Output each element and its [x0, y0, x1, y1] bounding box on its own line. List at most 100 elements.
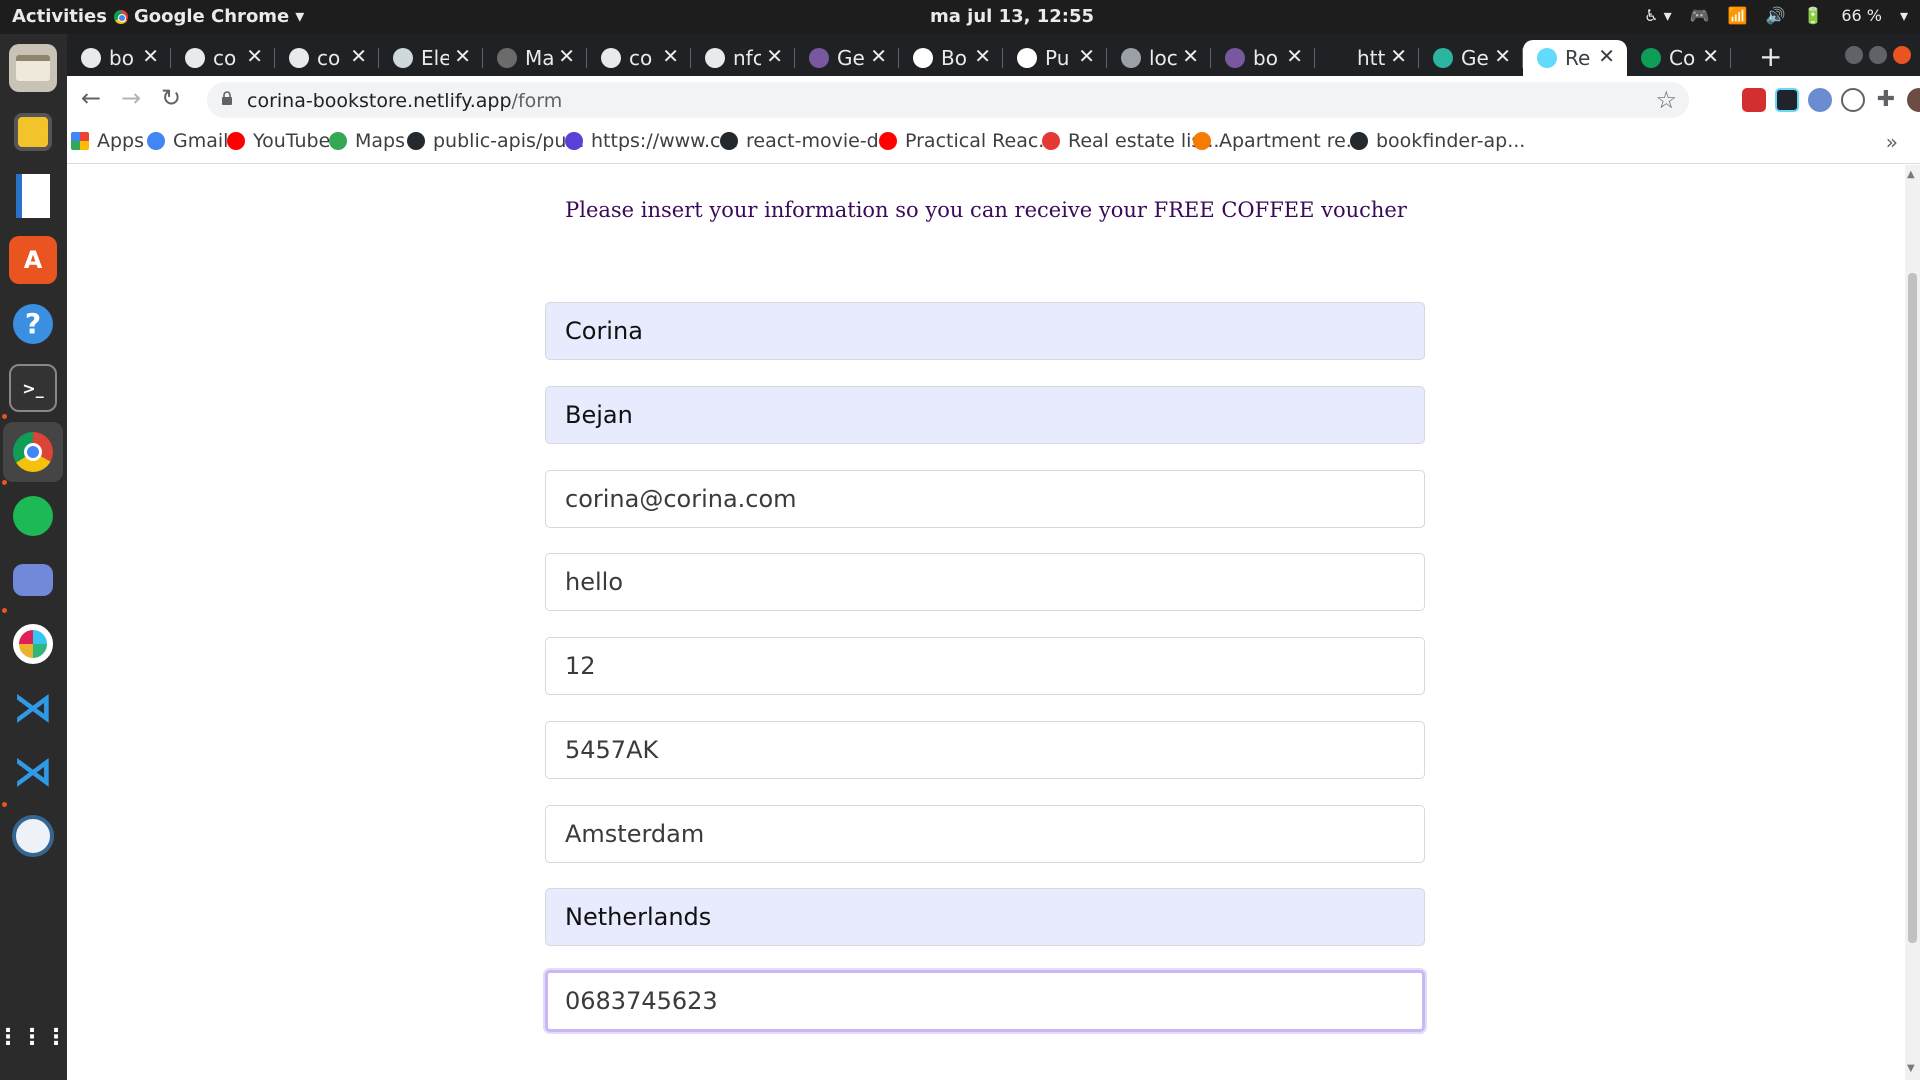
bookmark-item[interactable]: bookfinder-ap... [1350, 130, 1525, 152]
youtube-icon [879, 132, 897, 150]
slack-icon[interactable] [9, 620, 57, 668]
adblock-extension-icon[interactable] [1742, 88, 1766, 112]
postal-code-field[interactable] [545, 721, 1425, 779]
close-tab-icon[interactable]: ✕ [1702, 44, 1719, 68]
dock: A ? >_ ⋊ ⋊ ⋮⋮⋮ [0, 34, 67, 1080]
show-apps-icon[interactable]: ⋮⋮⋮ [0, 1014, 67, 1062]
bookmark-item[interactable]: react-movie-d... [720, 130, 897, 152]
minimize-button[interactable] [1845, 46, 1863, 64]
vscode-icon[interactable]: ⋊ [9, 684, 57, 732]
page-scrollbar[interactable]: ▲ ▼ [1905, 165, 1920, 1080]
forward-button[interactable]: → [121, 84, 141, 112]
activities-button[interactable]: Activities [12, 6, 107, 27]
discord-icon[interactable] [9, 556, 57, 604]
pgadmin-icon[interactable] [9, 812, 57, 860]
street-field[interactable] [545, 553, 1425, 611]
extension-icon[interactable] [1841, 88, 1865, 112]
browser-tab[interactable]: co ✕ [587, 40, 691, 76]
extensions-puzzle-icon[interactable]: ✚ [1874, 88, 1898, 112]
software-icon[interactable]: A [9, 236, 57, 284]
rhythmbox-icon[interactable] [9, 108, 57, 156]
close-tab-icon[interactable]: ✕ [558, 44, 575, 68]
phone-field[interactable] [545, 970, 1425, 1032]
close-tab-icon[interactable]: ✕ [1078, 44, 1095, 68]
more-bookmarks-icon[interactable]: » [1886, 130, 1898, 154]
terminal-icon[interactable]: >_ [9, 364, 57, 412]
bookmark-item[interactable]: https://www.c... [565, 130, 739, 152]
close-tab-icon[interactable]: ✕ [1390, 44, 1407, 68]
profile-avatar[interactable] [1907, 88, 1920, 112]
bookmark-item[interactable]: Gmail [147, 130, 228, 152]
bookmark-item[interactable]: Apps [71, 130, 144, 152]
browser-tab[interactable]: nfc ✕ [691, 40, 795, 76]
close-tab-icon[interactable]: ✕ [662, 44, 679, 68]
close-tab-icon[interactable]: ✕ [1598, 44, 1615, 68]
close-window-button[interactable] [1893, 46, 1911, 64]
browser-tab[interactable]: bo ✕ [1211, 40, 1315, 76]
bookmark-item[interactable]: YouTube [227, 130, 330, 152]
city-field[interactable] [545, 805, 1425, 863]
discord-tray-icon[interactable]: 🎮 [1690, 6, 1710, 25]
browser-tab[interactable]: co ✕ [171, 40, 275, 76]
browser-tab[interactable]: co ✕ [275, 40, 379, 76]
url-host: corina-bookstore.netlify.app [247, 90, 512, 112]
reload-button[interactable]: ↻ [161, 84, 181, 112]
close-tab-icon[interactable]: ✕ [974, 44, 991, 68]
spotify-icon[interactable] [9, 492, 57, 540]
scroll-down-icon[interactable]: ▼ [1907, 1063, 1915, 1074]
address-bar[interactable]: corina-bookstore.netlify.app/form ☆ [207, 82, 1689, 118]
extension-icon[interactable] [1808, 88, 1832, 112]
back-button[interactable]: ← [81, 84, 101, 112]
close-tab-icon[interactable]: ✕ [246, 44, 263, 68]
chrome-icon[interactable] [3, 422, 63, 482]
scroll-up-icon[interactable]: ▲ [1907, 169, 1915, 180]
bookmark-item[interactable]: public-apis/pu... [407, 130, 585, 152]
help-icon[interactable]: ? [9, 300, 57, 348]
app-menu[interactable]: Google Chrome ▾ [114, 6, 304, 27]
browser-tab[interactable]: Ma ✕ [483, 40, 587, 76]
close-tab-icon[interactable]: ✕ [766, 44, 783, 68]
accessibility-icon[interactable]: ♿ ▾ [1644, 6, 1671, 25]
lock-icon[interactable] [221, 91, 233, 105]
clock[interactable]: ma jul 13, 12:55 [930, 6, 1094, 27]
github-icon [407, 132, 425, 150]
vscode-insiders-icon[interactable]: ⋊ [9, 748, 57, 796]
react-devtools-icon[interactable] [1775, 88, 1799, 112]
globe-icon [1121, 48, 1141, 68]
email-field[interactable] [545, 470, 1425, 528]
last-name-field[interactable] [545, 386, 1425, 444]
maximize-button[interactable] [1869, 46, 1887, 64]
new-tab-button[interactable]: + [1759, 40, 1782, 73]
country-field[interactable] [545, 888, 1425, 946]
writer-icon[interactable] [9, 172, 57, 220]
files-icon[interactable] [9, 44, 57, 92]
bookmark-item[interactable]: Maps [329, 130, 405, 152]
close-tab-icon[interactable]: ✕ [350, 44, 367, 68]
first-name-field[interactable] [545, 302, 1425, 360]
github-icon [720, 132, 738, 150]
browser-tab[interactable]: Ele ✕ [379, 40, 483, 76]
bookmark-item[interactable]: Apartment re... [1193, 130, 1364, 152]
browser-tab[interactable]: bo ✕ [67, 40, 171, 76]
scrollbar-thumb[interactable] [1908, 273, 1917, 943]
browser-tab[interactable]: Pu ✕ [1003, 40, 1107, 76]
close-tab-icon[interactable]: ✕ [1286, 44, 1303, 68]
close-tab-icon[interactable]: ✕ [454, 44, 471, 68]
close-tab-icon[interactable]: ✕ [1182, 44, 1199, 68]
close-tab-icon[interactable]: ✕ [142, 44, 159, 68]
system-tray[interactable]: ♿ ▾ 🎮 📶 🔊 🔋 66 % ▾ [1644, 6, 1908, 25]
url-text[interactable]: corina-bookstore.netlify.app/form [247, 90, 562, 112]
bookmark-label: Maps [355, 130, 405, 152]
browser-tab[interactable]: Ge ✕ [1419, 40, 1523, 76]
close-tab-icon[interactable]: ✕ [870, 44, 887, 68]
browser-tab[interactable]: Ge ✕ [795, 40, 899, 76]
bookmark-item[interactable]: Practical Reac... [879, 130, 1056, 152]
close-tab-icon[interactable]: ✕ [1494, 44, 1511, 68]
browser-tab[interactable]: htt ✕ [1315, 40, 1419, 76]
bookmark-star-icon[interactable]: ☆ [1655, 86, 1677, 114]
browser-tab[interactable]: Bo ✕ [899, 40, 1003, 76]
browser-tab[interactable]: loc ✕ [1107, 40, 1211, 76]
browser-tab[interactable]: Co ✕ [1627, 40, 1731, 76]
house-number-field[interactable] [545, 637, 1425, 695]
browser-tab[interactable]: Re ✕ [1523, 40, 1627, 76]
